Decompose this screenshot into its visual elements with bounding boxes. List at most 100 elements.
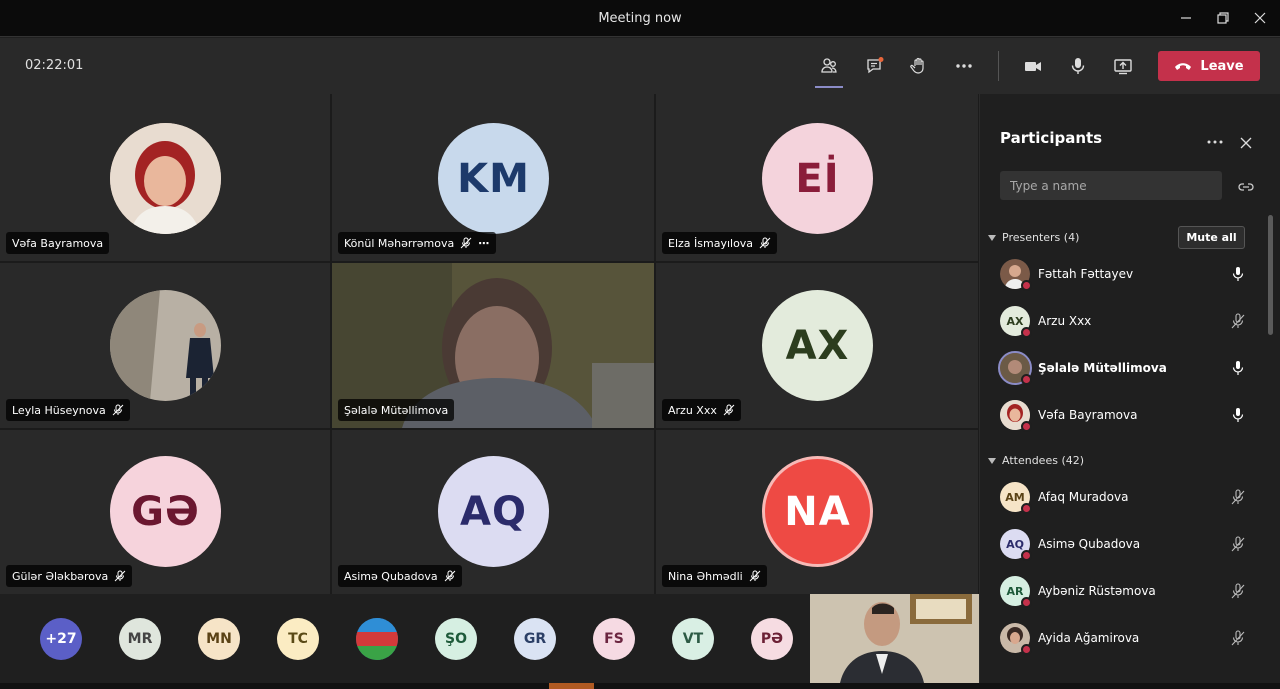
video-grid: Vəfa Bayramova KM Könül Məhərrəmova ⋯ Eİ…	[0, 94, 979, 594]
status-dot	[1021, 503, 1032, 514]
participants-button[interactable]	[813, 50, 845, 88]
mic-off-icon	[759, 237, 771, 249]
participant-nametag: Nina Əhmədli	[662, 565, 767, 587]
mic-off-icon	[1231, 489, 1245, 505]
share-tray-icon	[1114, 59, 1132, 75]
participant-row[interactable]: Ayida Ağamirova	[980, 615, 1265, 661]
camera-button[interactable]	[1017, 50, 1049, 82]
participant-search-input[interactable]	[1000, 171, 1222, 200]
tray-avatar[interactable]: MR	[119, 618, 161, 660]
initials-avatar: AX	[762, 290, 873, 401]
status-dot	[1021, 327, 1032, 338]
status-dot	[1021, 421, 1032, 432]
participant-photo	[110, 123, 221, 234]
video-tile[interactable]: Eİ Elza İsmayılova	[656, 94, 978, 261]
mic-off-icon	[749, 570, 761, 582]
video-tile[interactable]: KM Könül Məhərrəmova ⋯	[332, 94, 654, 261]
leave-button[interactable]: Leave	[1158, 51, 1260, 81]
tray-avatar[interactable]: FS	[593, 618, 635, 660]
mic-off-icon	[114, 570, 126, 582]
microphone-button[interactable]	[1062, 50, 1094, 82]
participant-photo-avatar	[1000, 400, 1032, 432]
chevron-down-icon	[988, 457, 996, 464]
tray-avatar[interactable]: ŞO	[435, 618, 477, 660]
chat-button[interactable]	[859, 50, 891, 82]
overflow-count-chip[interactable]: +27	[40, 618, 82, 660]
status-dot	[1021, 280, 1032, 291]
participant-row[interactable]: AR Aybəniz Rüstəmova	[980, 568, 1265, 614]
window-titlebar: Meeting now	[0, 0, 1280, 37]
initials-avatar: Eİ	[762, 123, 873, 234]
meeting-toolbar: 02:22:01 Leave	[0, 38, 1280, 94]
mic-off-icon	[1231, 313, 1245, 329]
mic-on-icon	[1232, 267, 1244, 281]
close-window-icon[interactable]	[1245, 6, 1275, 30]
window-title: Meeting now	[598, 11, 682, 26]
participant-name: Asimə Qubadova	[1038, 537, 1141, 551]
initials-avatar: KM	[438, 123, 549, 234]
participant-nametag: Elza İsmayılova	[662, 232, 778, 254]
participants-panel: Participants Presenters (4) Mute all Fət…	[979, 94, 1280, 683]
restore-icon[interactable]	[1208, 6, 1238, 30]
video-tile[interactable]: Leyla Hüseynova	[0, 263, 330, 428]
mic-off-icon	[1231, 536, 1245, 552]
chat-icon	[867, 57, 884, 74]
video-tile[interactable]: AQ Asimə Qubadova	[332, 430, 654, 594]
panel-scrollbar[interactable]	[1268, 215, 1273, 335]
participant-row[interactable]: AX Arzu Xxx	[980, 298, 1265, 344]
participant-photo-avatar	[1000, 259, 1032, 291]
tray-avatar[interactable]: GR	[514, 618, 556, 660]
tray-avatar-flag[interactable]	[356, 618, 398, 660]
presenters-section-header[interactable]: Presenters (4)	[988, 231, 1079, 244]
ellipsis-icon	[956, 64, 972, 68]
camera-icon	[1025, 62, 1041, 71]
more-actions-button[interactable]	[948, 50, 980, 82]
self-video-feed	[810, 594, 979, 683]
video-tile[interactable]: Vəfa Bayramova	[0, 94, 330, 261]
mic-off-icon	[444, 570, 455, 582]
video-tile-speaking[interactable]: Şəlalə Mütəllimova	[332, 263, 654, 428]
microphone-icon	[1071, 58, 1085, 74]
meeting-timer: 02:22:01	[25, 58, 84, 73]
panel-more-icon[interactable]	[1206, 132, 1224, 151]
flag-icon	[356, 618, 398, 660]
participant-row[interactable]: Vəfa Bayramova	[980, 392, 1265, 438]
chevron-down-icon	[988, 234, 996, 241]
participant-nametag: Vəfa Bayramova	[6, 232, 110, 254]
share-invite-icon[interactable]	[1238, 179, 1254, 198]
share-screen-button[interactable]	[1107, 50, 1139, 82]
video-tile[interactable]: AX Arzu Xxx	[656, 263, 978, 428]
raise-hand-button[interactable]	[903, 50, 935, 82]
video-tile[interactable]: GƏ Gülər Ələkbərova	[0, 430, 330, 594]
tray-avatar[interactable]: MN	[198, 618, 240, 660]
attendees-section-header[interactable]: Attendees (42)	[988, 454, 1084, 467]
mic-off-icon	[1231, 630, 1245, 646]
participant-nametag: Gülər Ələkbərova	[6, 565, 133, 587]
taskbar-strip	[0, 683, 1280, 689]
toolbar-divider	[998, 51, 999, 81]
initials-avatar: AQ	[1000, 529, 1032, 561]
participant-name: Şəlalə Mütəllimova	[1038, 361, 1167, 375]
participant-row[interactable]: AM Afaq Muradova	[980, 474, 1265, 520]
panel-close-icon[interactable]	[1240, 134, 1252, 153]
status-dot	[1021, 597, 1032, 608]
video-tile[interactable]: NA Nina Əhmədli	[656, 430, 978, 594]
mic-off-icon	[460, 237, 472, 249]
tray-avatar[interactable]: TC	[277, 618, 319, 660]
tray-avatar[interactable]: PƏ	[751, 618, 793, 660]
hang-up-icon	[1175, 63, 1192, 70]
mic-off-icon	[112, 404, 124, 416]
participant-row[interactable]: Şəlalə Mütəllimova	[980, 345, 1265, 391]
initials-avatar: AM	[1000, 482, 1032, 514]
tray-avatar[interactable]: VT	[672, 618, 714, 660]
minimize-icon[interactable]	[1171, 6, 1201, 30]
participant-row[interactable]: AQ Asimə Qubadova	[980, 521, 1265, 567]
participant-row[interactable]: Fəttah Fəttayev	[980, 251, 1265, 297]
participant-nametag: Könül Məhərrəmova ⋯	[338, 232, 497, 254]
participant-name: Vəfa Bayramova	[1038, 408, 1138, 422]
participant-name: Afaq Muradova	[1038, 490, 1129, 504]
self-view-video[interactable]	[810, 594, 979, 683]
mute-all-button[interactable]: Mute all	[1178, 226, 1245, 249]
tile-more-icon[interactable]: ⋯	[478, 237, 490, 250]
initials-avatar: AQ	[438, 456, 549, 567]
